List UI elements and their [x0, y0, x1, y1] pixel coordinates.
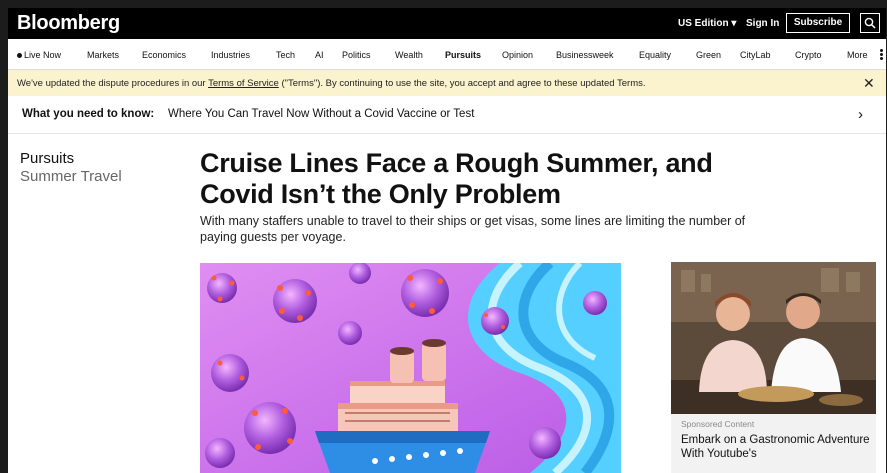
need-to-know-label: What you need to know: — [22, 108, 155, 120]
nav-item-green[interactable]: Green — [696, 50, 721, 60]
terms-banner: We've updated the dispute procedures in … — [8, 70, 886, 96]
nav-item-opinion[interactable]: Opinion — [502, 50, 533, 60]
nav-item-politics[interactable]: Politics — [342, 50, 371, 60]
article-headline: Cruise Lines Face a Rough Summer, and Co… — [200, 148, 713, 209]
nav-item-markets[interactable]: Markets — [87, 50, 119, 60]
nav-item-equality[interactable]: Equality — [639, 50, 671, 60]
sponsored-title[interactable]: Embark on a Gastronomic Adventure With Y… — [681, 433, 871, 461]
page: Bloomberg US Edition ▾ Sign In Subscribe… — [8, 8, 886, 473]
top-bar: Bloomberg US Edition ▾ Sign In Subscribe — [8, 8, 886, 39]
nav-item-ai[interactable]: AI — [315, 50, 324, 60]
hero-image — [200, 263, 621, 473]
sponsored-photo — [671, 262, 876, 414]
sponsored-card[interactable]: Sponsored Content Embark on a Gastronomi… — [671, 262, 876, 473]
bloomberg-logo[interactable]: Bloomberg — [17, 12, 120, 35]
sponsored-label: Sponsored Content — [681, 419, 755, 429]
chevron-down-icon: ▾ — [731, 18, 737, 29]
section-label[interactable]: Pursuits — [20, 150, 74, 167]
close-icon[interactable]: ✕ — [863, 75, 875, 92]
nav-item-more[interactable]: More — [847, 50, 868, 60]
nav-item-pursuits[interactable]: Pursuits — [445, 50, 481, 60]
need-to-know-bar[interactable]: What you need to know: Where You Can Tra… — [8, 96, 886, 134]
sponsored-image — [671, 262, 876, 414]
cruise-ship-illustration — [200, 263, 621, 473]
nav-item-label: Live Now — [24, 50, 62, 60]
nav-item-live-now[interactable]: Live Now — [17, 50, 61, 60]
banner-text-before: We've updated the dispute procedures in … — [17, 78, 209, 89]
edition-selector[interactable]: US Edition ▾ — [678, 18, 736, 29]
article-dek: With many staffers unable to travel to t… — [200, 214, 746, 244]
terms-of-service-link[interactable]: Terms of Service — [208, 78, 279, 89]
need-to-know-link[interactable]: Where You Can Travel Now Without a Covid… — [168, 108, 474, 120]
nav-item-businessweek[interactable]: Businessweek — [556, 50, 614, 60]
sign-in-link[interactable]: Sign In — [746, 18, 779, 29]
search-button[interactable] — [860, 13, 880, 33]
edition-label: US Edition — [678, 18, 729, 29]
chevron-right-icon[interactable]: › — [858, 106, 863, 123]
nav-item-wealth[interactable]: Wealth — [395, 50, 423, 60]
nav-item-tech[interactable]: Tech — [276, 50, 295, 60]
subsection-label[interactable]: Summer Travel — [20, 168, 122, 185]
more-vertical-icon[interactable] — [880, 49, 883, 60]
subscribe-button[interactable]: Subscribe — [786, 13, 850, 33]
search-icon — [864, 17, 876, 29]
live-dot-icon — [17, 53, 22, 59]
banner-text: We've updated the dispute procedures in … — [17, 78, 646, 89]
nav-item-citylab[interactable]: CityLab — [740, 50, 771, 60]
nav-item-economics[interactable]: Economics — [142, 50, 186, 60]
nav-item-crypto[interactable]: Crypto — [795, 50, 822, 60]
banner-text-after: ("Terms"). By continuing to use the site… — [278, 78, 646, 89]
nav-item-industries[interactable]: Industries — [211, 50, 250, 60]
main-nav: Live Now Markets Economics Industries Te… — [8, 39, 886, 70]
